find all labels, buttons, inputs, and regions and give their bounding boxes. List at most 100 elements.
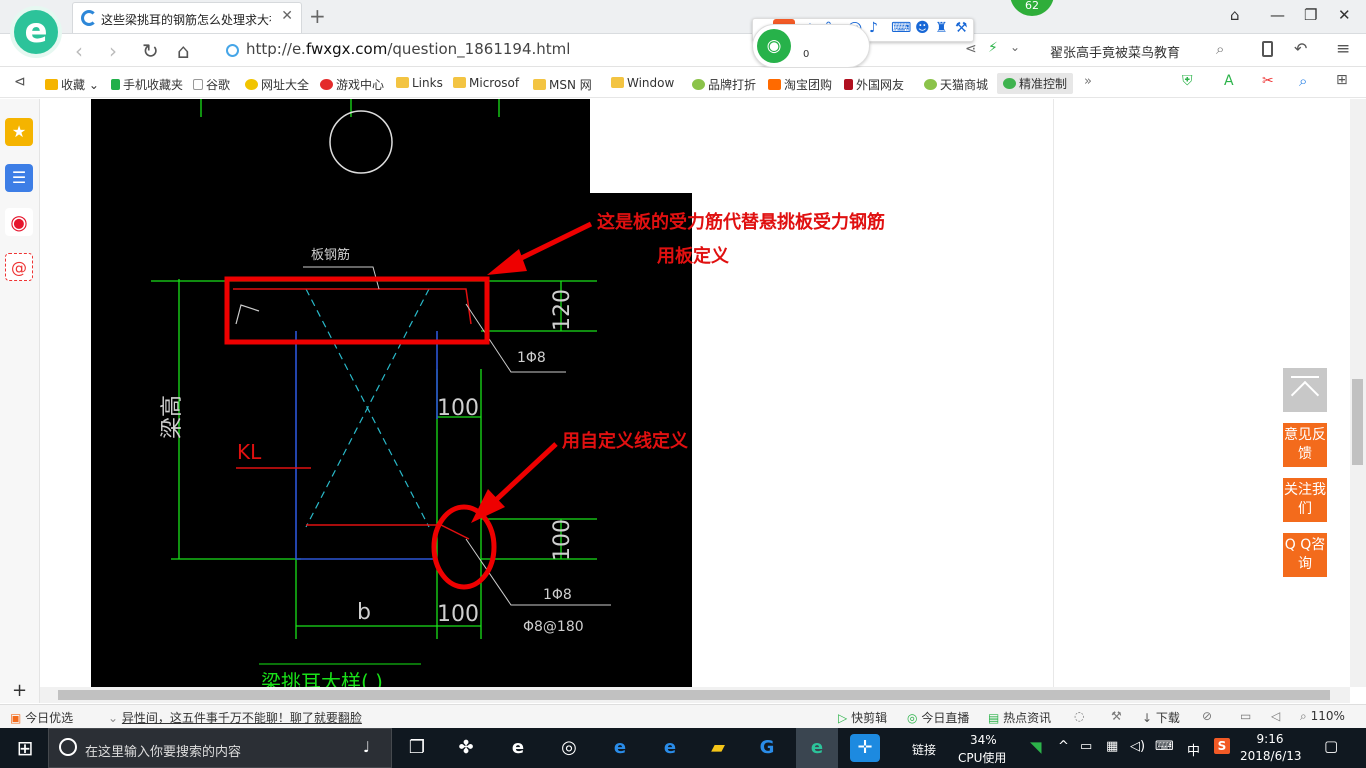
- bookmark-favorites[interactable]: 收藏 ⌄: [45, 76, 99, 93]
- kuaijianji[interactable]: ▷ 快剪辑: [838, 709, 887, 726]
- battery-icon[interactable]: ▭: [1080, 739, 1092, 754]
- hot-news[interactable]: ▤ 热点资讯: [988, 709, 1051, 726]
- volume-icon[interactable]: ◁): [1130, 739, 1145, 754]
- bookmark-microsoft[interactable]: Microsof: [453, 76, 519, 90]
- bookmark-wangzhi[interactable]: 网址大全: [245, 76, 309, 93]
- chevron-down-icon[interactable]: ⌄: [1010, 40, 1020, 54]
- taskbar-link[interactable]: 链接: [912, 741, 936, 758]
- weibo-icon[interactable]: ◉: [5, 208, 33, 236]
- bookmark-precise[interactable]: 精准控制: [997, 73, 1074, 94]
- speed-icon[interactable]: ⚡: [988, 40, 998, 56]
- vertical-scrollbar[interactable]: [1350, 99, 1366, 687]
- wifi-tray-icon[interactable]: ◥: [1030, 738, 1042, 756]
- reading-list-icon[interactable]: ☰: [5, 164, 33, 192]
- apps-grid-icon[interactable]: ⊞: [1336, 72, 1348, 88]
- scissors-icon[interactable]: ✂: [1262, 73, 1274, 89]
- network-icon[interactable]: ▦: [1106, 739, 1118, 754]
- url-field[interactable]: http://e.fwxgx.com/question_1861194.html: [246, 40, 570, 58]
- pinwheel-app-icon[interactable]: ✤: [451, 734, 481, 762]
- notification-icon[interactable]: ▢: [1324, 737, 1338, 755]
- home-button[interactable]: ⌂: [177, 39, 190, 63]
- tools-icon[interactable]: ⚒: [1111, 709, 1122, 723]
- taskbar-search[interactable]: 在这里输入你要搜索的内容 ♩: [48, 728, 392, 768]
- 360-browser-icon[interactable]: e: [503, 734, 533, 762]
- file-explorer-icon[interactable]: ▰: [703, 734, 733, 762]
- bookmark-foreign[interactable]: 外国网友: [844, 76, 904, 93]
- refresh-status-icon[interactable]: ◌: [1074, 709, 1084, 723]
- wrench-icon[interactable]: ⚒: [955, 20, 968, 36]
- voice-icon[interactable]: ♪: [869, 20, 878, 36]
- back-to-top-button[interactable]: [1283, 368, 1327, 412]
- new-tab-button[interactable]: +: [309, 4, 326, 28]
- follow-us-button[interactable]: 关注我们: [1283, 478, 1327, 522]
- active-browser-taskbar-icon[interactable]: e: [796, 728, 838, 768]
- sogou-tray-icon[interactable]: S: [1214, 738, 1230, 754]
- feixin-app-icon[interactable]: ✛: [850, 734, 880, 762]
- bookmark-games[interactable]: 游戏中心: [320, 76, 384, 93]
- browser-logo-icon[interactable]: e: [10, 6, 62, 58]
- shield-icon[interactable]: ⛨: [1182, 73, 1193, 89]
- windows-start-icon[interactable]: ⊞: [10, 734, 40, 762]
- window-icon[interactable]: ▭: [1240, 709, 1251, 723]
- bookmark-brand[interactable]: 品牌打折: [692, 76, 756, 93]
- add-sidebar-icon[interactable]: +: [12, 680, 27, 701]
- feedback-button[interactable]: 意见反馈: [1283, 423, 1327, 467]
- news-ticker[interactable]: ⌄ 异性间，这五件事千万不能聊！聊了就要翻脸: [108, 709, 362, 726]
- favorites-star-icon[interactable]: ★: [5, 118, 33, 146]
- qq-consult-button[interactable]: Q Q咨询: [1283, 533, 1327, 577]
- find-icon[interactable]: ⌕: [1299, 72, 1307, 90]
- bookmark-msn[interactable]: MSN 网: [533, 76, 592, 93]
- glodon-icon[interactable]: G: [752, 734, 782, 762]
- user-icon[interactable]: ☻: [915, 20, 930, 36]
- back-button[interactable]: ‹: [75, 39, 83, 63]
- edge-icon[interactable]: e: [605, 734, 635, 762]
- ime-tray[interactable]: 中: [1187, 740, 1200, 759]
- menu-icon[interactable]: ≡: [1336, 39, 1350, 59]
- bookmark-tmall[interactable]: 天猫商城: [924, 76, 988, 93]
- minimize-button[interactable]: —: [1270, 6, 1285, 24]
- bookmark-links[interactable]: Links: [396, 76, 443, 90]
- vertical-scroll-thumb[interactable]: [1352, 379, 1363, 465]
- share-icon[interactable]: ⋖: [965, 41, 977, 57]
- dim-100-bottom: 100: [437, 602, 479, 627]
- bookmark-mobile[interactable]: 手机收藏夹: [111, 76, 183, 93]
- restore-button[interactable]: ❐: [1304, 6, 1317, 24]
- today-live[interactable]: ◎ 今日直播: [907, 709, 969, 726]
- search-icon[interactable]: ⌕: [1216, 40, 1224, 58]
- downloads[interactable]: ↓ 下载: [1142, 709, 1180, 726]
- collapse-sidebar-icon[interactable]: ⊲: [14, 74, 26, 90]
- horizontal-scrollbar[interactable]: [40, 687, 1350, 703]
- sound-icon[interactable]: ◁: [1271, 709, 1280, 723]
- undo-icon[interactable]: ↶: [1294, 39, 1307, 58]
- translate-icon[interactable]: A: [1224, 73, 1234, 89]
- clock-time[interactable]: 9:16: [1250, 732, 1290, 746]
- skin-icon[interactable]: ⌂: [1230, 6, 1240, 24]
- label-b: b: [357, 600, 371, 625]
- keyboard-tray-icon[interactable]: ⌨: [1155, 739, 1174, 754]
- task-view-icon[interactable]: ❐: [402, 734, 432, 762]
- keyboard-icon[interactable]: ⌨: [891, 20, 911, 36]
- bookmark-google[interactable]: 谷歌: [193, 76, 230, 93]
- spiral-app-icon[interactable]: ◎: [554, 734, 584, 762]
- bookmark-taobao[interactable]: 淘宝团购: [768, 76, 832, 93]
- mobile-icon[interactable]: [1262, 41, 1273, 57]
- close-tab-icon[interactable]: ✕: [281, 8, 293, 24]
- refresh-button[interactable]: ↻: [142, 39, 159, 63]
- forward-button[interactable]: ›: [109, 39, 117, 63]
- horizontal-scroll-thumb[interactable]: [58, 690, 1330, 700]
- bookmark-windows[interactable]: Window: [611, 76, 674, 90]
- search-suggestion[interactable]: 翟张高手竟被菜鸟教育: [1050, 42, 1180, 61]
- tray-expand-icon[interactable]: ^: [1058, 739, 1069, 754]
- mail-icon[interactable]: @: [5, 253, 33, 281]
- skin-shirt-icon[interactable]: ♜: [935, 20, 948, 36]
- ie-icon[interactable]: e: [655, 734, 685, 762]
- clock-date[interactable]: 2018/6/13: [1240, 749, 1302, 763]
- zoom-level[interactable]: ⌕ 110%: [1300, 709, 1345, 724]
- microphone-icon[interactable]: ♩: [363, 738, 370, 756]
- more-bookmarks-icon[interactable]: »: [1084, 74, 1092, 89]
- today-pick[interactable]: ▣ 今日优选: [10, 709, 73, 726]
- free-wifi-widget[interactable]: ◉ 0: [752, 24, 870, 68]
- clear-icon[interactable]: ⊘: [1202, 709, 1212, 723]
- tab-active[interactable]: 这些梁挑耳的钢筋怎么处理求大神 ✕: [72, 2, 302, 33]
- close-window-button[interactable]: ✕: [1338, 6, 1351, 24]
